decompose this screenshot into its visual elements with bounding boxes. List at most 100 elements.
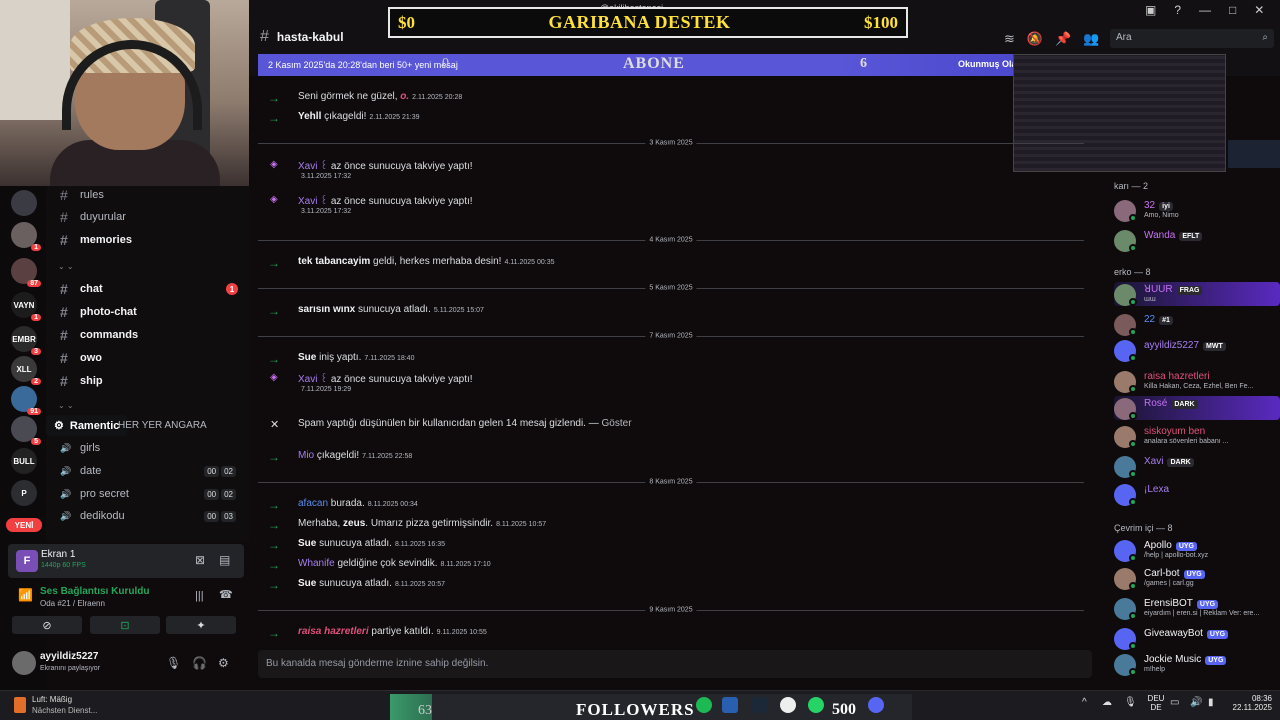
channel-label: commands (80, 329, 139, 341)
category-chevron-icon[interactable]: ⌄ ⌄ (58, 401, 74, 410)
stop-stream-icon[interactable]: ⊠ (195, 553, 205, 567)
show-hidden-link[interactable]: Göster (602, 418, 632, 429)
username[interactable]: ayyildiz5227 (40, 651, 98, 662)
member-item[interactable]: 22 #1 (1114, 312, 1280, 336)
maximize-icon[interactable]: □ (1229, 3, 1236, 17)
channel-chat[interactable]: # chat 1 (52, 279, 242, 299)
member-item[interactable]: Carl-bot UYG/games | carl.gg (1114, 566, 1280, 590)
search-input[interactable]: Ara ⌕ (1110, 29, 1274, 48)
message-author[interactable]: Xavi ꒰ (298, 374, 328, 385)
member-item[interactable]: Xavi DARK (1114, 454, 1280, 478)
message-author[interactable]: Sue (298, 538, 316, 549)
mark-as-read-button[interactable]: Okunmuş Ola (958, 59, 1017, 69)
server-icon[interactable]: 91 (11, 386, 41, 415)
member-tag: UYG (1175, 542, 1197, 551)
message-author[interactable]: raisa hazretleri (298, 626, 369, 637)
message-author[interactable]: tek tabancayim (298, 256, 370, 267)
clock[interactable]: 08:36 22.11.2025 (1228, 694, 1272, 712)
screen-share-button[interactable]: ⊡ (90, 616, 160, 634)
tray-chevron-icon[interactable]: ^ (1082, 697, 1098, 713)
member-item[interactable]: ErensiBOT UYG eiyardım | eren.si | Reklam … (1114, 596, 1280, 620)
volume-icon[interactable]: 🔊 (1190, 697, 1206, 713)
minimize-icon[interactable]: — (1199, 3, 1211, 17)
server-icon[interactable]: 1 (11, 222, 41, 251)
message-author[interactable]: Whanife (298, 558, 335, 569)
close-icon[interactable]: ✕ (1254, 3, 1264, 17)
avatar[interactable] (12, 651, 36, 675)
server-icon[interactable]: 5 (11, 416, 41, 445)
voice-room[interactable]: Oda #21 / Elraenn (40, 599, 105, 608)
member-item[interactable]: ayyildiz5227 MWT (1114, 338, 1280, 362)
channel-ship[interactable]: # ship (52, 371, 242, 391)
settings-gear-icon[interactable]: ⚙ (218, 656, 229, 670)
channel-photo-chat[interactable]: # photo-chat (52, 302, 242, 322)
steam-icon[interactable] (752, 697, 768, 713)
disconnect-icon[interactable]: ☎ (219, 588, 233, 601)
message-author[interactable]: Sue (298, 352, 316, 363)
message-body: Sue iniş yaptı. 7.11.2025 18:40 (298, 352, 414, 363)
headphones-icon[interactable]: 🎧 (192, 656, 207, 670)
member-item[interactable]: Apollo UYG/help | apollo-bot.xyz (1114, 538, 1280, 562)
channel-rules[interactable]: # rules (52, 185, 242, 205)
server-icon[interactable]: VAYN 1 (11, 292, 41, 321)
member-item[interactable]: ꓤUUR FRAG ɯɯ (1114, 282, 1280, 306)
voice-channel[interactable]: 🔊 date 00 02 (52, 461, 242, 481)
notification-mute-icon[interactable]: 🔕 (1027, 31, 1043, 47)
threads-icon[interactable]: ≋ (1004, 31, 1015, 47)
noise-suppression-icon[interactable]: ||| (195, 590, 204, 602)
server-icon[interactable]: 87 (11, 258, 41, 287)
battery-icon[interactable]: ▮ (1208, 697, 1224, 713)
app-icon[interactable] (722, 697, 738, 713)
whatsapp-icon[interactable] (808, 697, 824, 713)
category-chevron-icon[interactable]: ⌄ ⌄ (58, 262, 74, 271)
server-icon[interactable]: P (11, 480, 37, 506)
member-item[interactable]: Wanda EFLT (1114, 228, 1280, 252)
inbox-icon[interactable]: ▣ (1145, 3, 1156, 17)
channel-duyurular[interactable]: # duyurular (52, 207, 242, 227)
voice-channel[interactable]: 🔊 dedikodu 00 03 (52, 506, 242, 526)
channel-owo[interactable]: # owo (52, 348, 242, 368)
channel-commands[interactable]: # commands (52, 325, 242, 345)
voice-channel[interactable]: 🔊 girls (52, 438, 242, 458)
server-icon[interactable]: BULL (11, 448, 37, 474)
message-author[interactable]: sarısın wınx (298, 304, 355, 315)
member-item[interactable]: raisa hazretleri Killa Hakan, Ceza, Ezhel… (1114, 369, 1280, 393)
spotify-icon[interactable] (696, 697, 712, 713)
language-indicator[interactable]: DEU DE (1146, 694, 1166, 712)
pin-icon[interactable]: 📌 (1055, 31, 1071, 47)
new-badge[interactable]: YENİ (6, 518, 42, 532)
member-item[interactable]: GiveawayBot UYG (1114, 626, 1280, 650)
message-author[interactable]: Yehll (298, 111, 321, 122)
cloud-icon[interactable]: ☁ (1102, 697, 1118, 713)
message-author[interactable]: Xavi ꒰ (298, 196, 328, 207)
chrome-icon[interactable] (780, 697, 796, 713)
close-icon[interactable]: ✕ (270, 418, 279, 431)
status-dot (1129, 412, 1137, 420)
member-item[interactable]: siskoyum ben analara sövenleri babanı ... (1114, 424, 1280, 448)
help-icon[interactable]: ? (1174, 3, 1181, 17)
microphone-icon[interactable]: 🎙 (166, 656, 181, 670)
message-author[interactable]: afacan (298, 498, 328, 509)
members-icon[interactable]: 👥 (1083, 31, 1099, 47)
server-icon[interactable]: XLL 2 (11, 356, 41, 385)
member-item[interactable]: 32 iyi Amo, Nimo (1114, 198, 1280, 222)
member-item[interactable]: Rosé DARK (1114, 396, 1280, 420)
network-icon[interactable]: ▭ (1170, 697, 1186, 713)
server-icon[interactable]: EMBR 3 (11, 326, 41, 355)
voice-channel[interactable]: 🔊 pro secret 00 02 (52, 484, 242, 504)
voice-status[interactable]: Ses Bağlantısı Kuruldu (40, 586, 149, 597)
message-author[interactable]: Sue (298, 578, 316, 589)
member-item[interactable]: ¡Lexa (1114, 482, 1280, 506)
channel-memories[interactable]: # memories (52, 230, 242, 250)
message-author[interactable]: zeus (343, 518, 365, 529)
message-author[interactable]: Mio (298, 450, 314, 461)
server-icon[interactable] (11, 190, 37, 216)
stream-settings-icon[interactable]: ▤ (219, 553, 230, 567)
mic-tray-icon[interactable]: 🎙 (1124, 697, 1140, 713)
message-author[interactable]: o. (400, 91, 409, 102)
message-author[interactable]: Xavi ꒰ (298, 161, 328, 172)
discord-icon[interactable] (868, 697, 884, 713)
member-item[interactable]: Jockie Music UYG m!help (1114, 652, 1280, 676)
camera-toggle-button[interactable]: ⊘ (12, 616, 82, 634)
activities-button[interactable]: ✦ (166, 616, 236, 634)
